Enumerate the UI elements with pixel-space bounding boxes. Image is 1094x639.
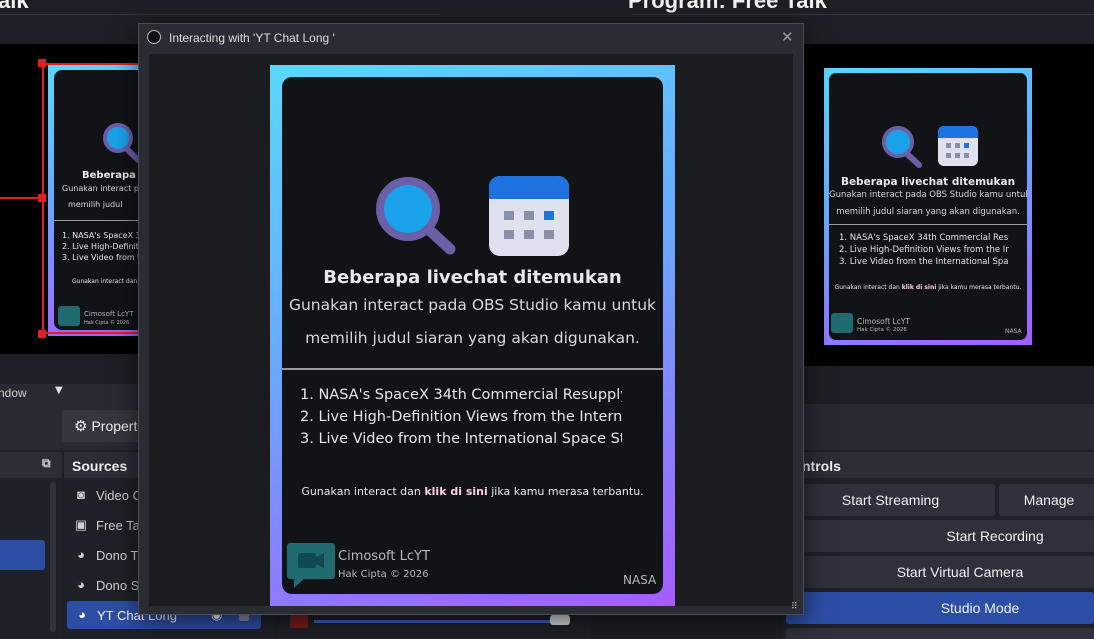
dialog-title: Interacting with 'YT Chat Long ' [169,31,335,45]
livechat-item-1[interactable]: 1. NASA's SpaceX 34th Commercial Resuppl… [300,384,622,406]
nasa-label: NASA [623,573,657,587]
card-footer: Gunakan interact dan klik di sini jika k… [301,485,644,498]
chat-camera-logo-icon [287,543,335,588]
brand-name: Cimosoft LcYT [338,549,430,564]
program-card-footer: Gunakan interact dan klik di sini jika k… [834,284,1022,291]
program-card-item: 3. Live Video from the International Spa… [839,257,1009,267]
resize-handle[interactable] [38,59,46,67]
properties-button[interactable]: ⚙ Propert [62,410,142,442]
list-item[interactable]: ◕ Dono T [66,540,142,570]
start-recording-button[interactable]: Start Recording [786,520,1094,552]
calendar-icon [489,176,569,256]
search-icon [882,126,922,168]
livechat-list: 1. NASA's SpaceX 34th Commercial Resuppl… [300,384,622,450]
program-corner-label: NASA [1005,328,1022,335]
dialog-viewport[interactable]: Beberapa livechat ditemukan Gunakan inte… [149,54,793,606]
camera-icon: ◙ [77,487,85,502]
scrollbar[interactable] [50,482,56,632]
mute-icon[interactable] [290,614,308,628]
program-card-sub2: memilih judul siaran yang akan digunakan… [836,207,1020,217]
close-icon[interactable]: ✕ [781,28,794,46]
selection-box[interactable] [42,63,142,334]
divider [632,14,1094,15]
program-card-item: 2. Live High-Definition Views from the I… [839,245,1009,255]
volume-slider[interactable] [314,620,564,623]
globe-icon: ◕ [77,547,85,562]
start-virtual-camera-button[interactable]: Start Virtual Camera [786,556,1094,588]
card-subtitle-line1: Gunakan interact pada OBS Studio kamu un… [288,296,657,314]
manage-button[interactable]: Manage [999,484,1094,516]
list-item[interactable]: ◕ Dono S [66,570,142,600]
program-card: Beberapa livechat ditemukan Gunakan inte… [824,68,1032,345]
window-dropdown-label: ndow [0,386,27,400]
scenes-dock-header: ⧉ [0,452,62,478]
program-card-sub1: Gunakan interact pada OBS Studio kamu un… [829,190,1027,200]
livechat-item-3[interactable]: 3. Live Video from the International Spa… [300,428,622,450]
program-card-list: 1. NASA's SpaceX 34th Commercial Resuppl… [839,232,1009,268]
resize-handle[interactable] [38,194,46,202]
interact-dialog: Interacting with 'YT Chat Long ' ✕ Beber… [138,23,804,615]
preview-title: alk [0,0,29,13]
settings-button[interactable] [786,628,1094,639]
list-item[interactable]: ◙ Video C [66,480,142,510]
search-icon [376,177,456,255]
sources-list: ◙ Video C ▣ Free Ta ◕ Dono T ◕ Dono S [66,480,142,600]
resize-handle[interactable] [38,330,46,338]
calendar-icon [938,126,978,166]
volume-slider-handle[interactable] [550,615,570,625]
program-copyright: Hak Cipta © 2026 [857,327,907,333]
copyright-text: Hak Cipta © 2026 [338,569,429,580]
resize-grip-icon[interactable]: ⠿ [791,602,798,612]
globe-icon: ◕ [78,607,86,622]
scene-item-selected[interactable] [0,540,45,570]
selection-guide [0,197,42,199]
program-card-title: Beberapa livechat ditemukan [840,176,1016,188]
window-dropdown-bar[interactable]: ndow ▼ [0,384,140,404]
program-card-divider [829,224,1027,225]
chevron-down-icon[interactable]: ▼ [55,385,63,396]
card-divider [282,368,663,370]
klik-di-sini-link[interactable]: klik di sini [424,485,487,498]
program-card-item: 1. NASA's SpaceX 34th Commercial Resuppl… [839,233,1009,243]
toolbar-gap [0,354,140,384]
studio-mode-button[interactable]: Studio Mode [786,592,1094,624]
card-subtitle-line2: memilih judul siaran yang akan digunakan… [305,329,640,347]
globe-icon: ◕ [77,577,85,592]
start-streaming-button[interactable]: Start Streaming [786,484,995,516]
image-icon: ▣ [74,517,88,532]
obs-logo-icon [147,30,161,44]
list-item[interactable]: ▣ Free Ta [66,510,142,540]
program-title: Program: Free Talk [628,0,827,13]
brand-logo [831,313,853,333]
obs-window: alk Program: Free Talk Beberapa livec Gu… [0,0,1094,639]
dialog-titlebar: Interacting with 'YT Chat Long ' ✕ [139,24,803,52]
undock-icon[interactable]: ⧉ [42,456,51,471]
livechat-item-2[interactable]: 2. Live High-Definition Views from the I… [300,406,622,428]
program-brand: Cimosoft LcYT [857,317,911,326]
livechat-card[interactable]: Beberapa livechat ditemukan Gunakan inte… [270,65,675,606]
gear-icon: ⚙ [74,418,88,435]
card-title: Beberapa livechat ditemukan [323,267,622,288]
divider [0,14,440,15]
controls-dock-header: ntrols [782,452,1094,478]
